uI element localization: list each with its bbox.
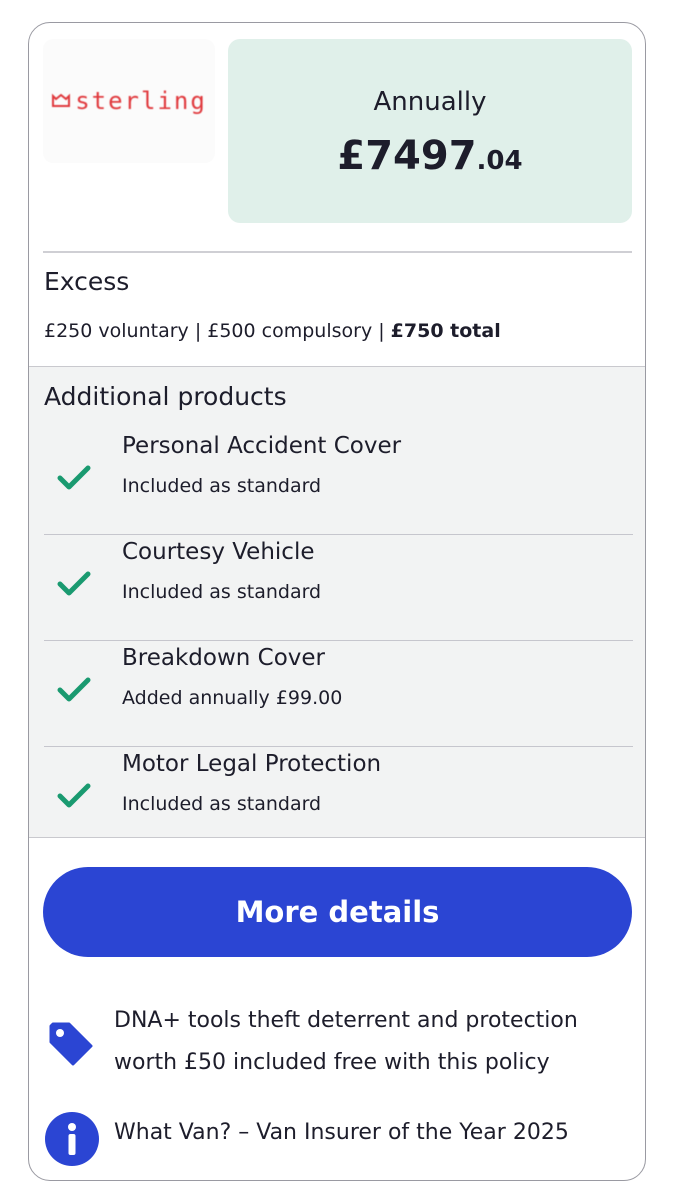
- product-item: Personal Accident Cover Included as stan…: [44, 429, 633, 535]
- product-item: Breakdown Cover Added annually £99.00: [44, 641, 633, 747]
- check-icon: [57, 465, 91, 490]
- excess-detail: £250 voluntary | £500 compulsory | £750 …: [44, 320, 501, 342]
- insurer-logo-box: sterling: [43, 39, 215, 163]
- excess-title: Excess: [44, 267, 130, 296]
- check-icon: [57, 677, 91, 702]
- award-note: What Van? – Van Insurer of the Year 2025: [114, 1120, 569, 1145]
- price-tag-icon: [49, 1022, 93, 1066]
- additional-products-section: Additional products Personal Accident Co…: [29, 366, 645, 838]
- product-status: Included as standard: [122, 475, 322, 497]
- price-main: £7497: [337, 133, 477, 179]
- price-period: Annually: [373, 87, 487, 117]
- product-name: Motor Legal Protection: [122, 751, 382, 777]
- info-icon: [45, 1112, 99, 1166]
- crown-icon: [52, 93, 71, 107]
- product-name: Courtesy Vehicle: [122, 539, 315, 565]
- more-details-button[interactable]: More details: [43, 867, 632, 957]
- divider: [43, 251, 632, 253]
- check-icon: [57, 783, 91, 808]
- price-pence: .04: [476, 146, 523, 176]
- dna-tools-note: DNA+ tools theft deterrent and protectio…: [114, 1008, 578, 1075]
- product-status: Included as standard: [122, 581, 322, 603]
- excess-total: £750 total: [390, 320, 501, 342]
- product-status: Added annually £99.00: [122, 687, 343, 709]
- price-amount: £7497.04: [228, 133, 632, 179]
- price-panel: Annually £7497.04: [228, 39, 632, 223]
- product-name: Breakdown Cover: [122, 645, 326, 671]
- logo-text: sterling: [75, 87, 207, 115]
- insurer-logo: sterling: [51, 87, 207, 115]
- check-icon: [57, 571, 91, 596]
- product-name: Personal Accident Cover: [122, 433, 402, 459]
- excess-breakdown: £250 voluntary | £500 compulsory |: [44, 320, 391, 342]
- additional-products-title: Additional products: [44, 382, 287, 411]
- quote-card: sterling Annually £7497.04 Excess £250 v…: [28, 22, 646, 1181]
- product-status: Included as standard: [122, 793, 322, 815]
- product-item: Courtesy Vehicle Included as standard: [44, 535, 633, 641]
- product-item: Motor Legal Protection Included as stand…: [44, 747, 633, 852]
